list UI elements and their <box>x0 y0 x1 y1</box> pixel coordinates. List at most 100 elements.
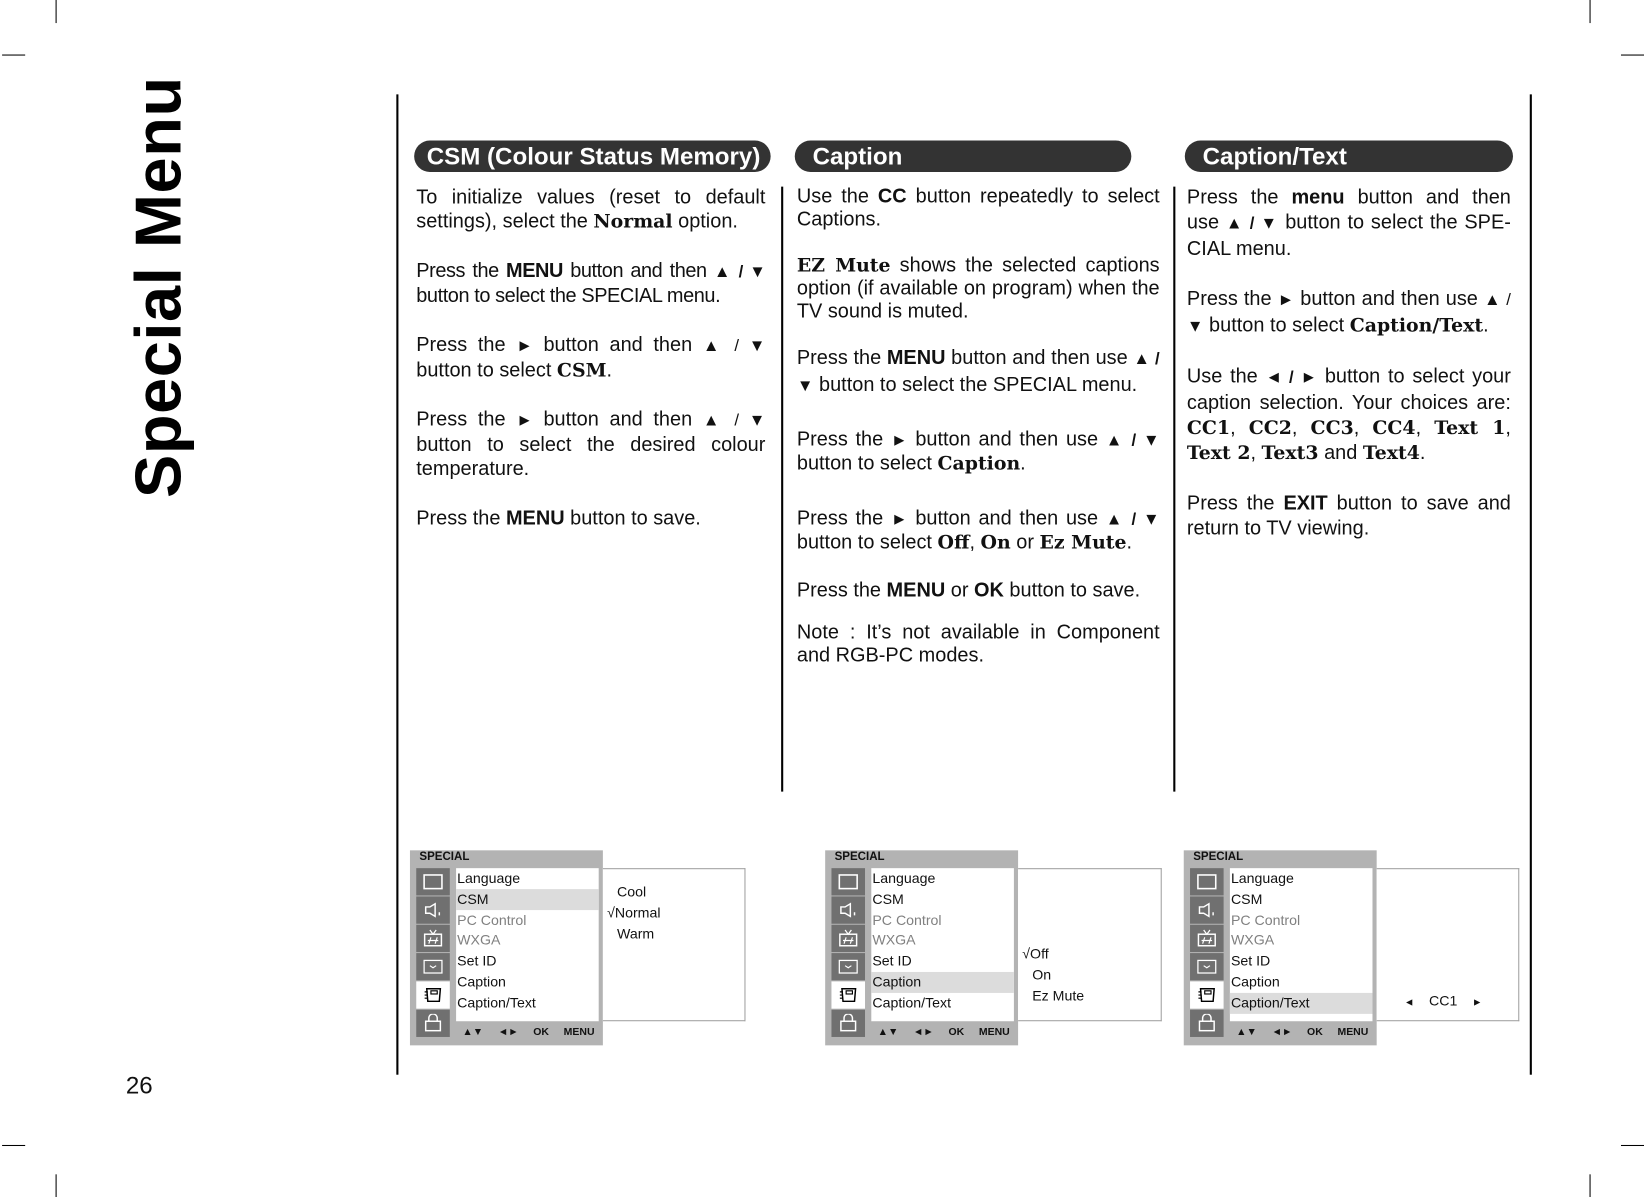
lock-icon[interactable] <box>1190 1009 1224 1037</box>
osd-menu-csm: SPECIAL Language CSM PC Control WXGA Set ID Ca… <box>409 850 603 1046</box>
osd-option[interactable]: Ez Mute <box>1022 988 1084 1004</box>
frame-rule-left <box>396 94 399 1075</box>
picture-icon[interactable] <box>831 868 866 896</box>
osd-menu-item[interactable]: Caption <box>871 971 1014 993</box>
osd-menu-item[interactable]: Language <box>1230 868 1373 889</box>
special-icon[interactable] <box>831 981 866 1009</box>
separator: , <box>1415 417 1435 440</box>
osd-submenu-caption-text: ◄ CC1 ► <box>1376 868 1520 1022</box>
osd-menu-caption-text: SPECIAL Language CSM PC Control WXGA Set ID Ca… <box>1183 850 1377 1046</box>
osd-option[interactable]: √Normal <box>607 905 660 921</box>
column-divider <box>1173 186 1176 792</box>
osd-menu-item[interactable]: Set ID <box>456 951 599 972</box>
lock-icon[interactable] <box>416 1009 450 1037</box>
sound-icon[interactable] <box>416 896 450 924</box>
osd-menu-item[interactable]: Caption/Text <box>1229 992 1373 1014</box>
csm-instructions: To initialize values (reset to default s… <box>416 186 766 531</box>
osd-hint: MENU <box>1337 1026 1369 1039</box>
osd-option[interactable]: Cool <box>607 884 646 900</box>
osd-menu-item[interactable]: Set ID <box>871 951 1014 972</box>
osd-menu-item[interactable]: Caption <box>456 972 599 993</box>
caption-step-4: Press the ► button and then use ▲ / ▼ bu… <box>796 428 1160 475</box>
osd-header: SPECIAL <box>419 850 470 863</box>
osd-footer-hints: ▲▼ ◄► OK MENU <box>1236 1026 1368 1038</box>
osd-menu-list: Language CSM PC Control WXGA Set ID Caption Ca… <box>871 868 1014 1022</box>
section-header-csm: CSM (Colour Status Memory) <box>414 140 771 172</box>
crop-mark <box>55 1174 57 1197</box>
osd-menu-item[interactable]: PC Control <box>456 910 599 931</box>
csm-step-5: Press the MENU button to save. <box>416 507 701 530</box>
osd-option[interactable]: On <box>1022 967 1051 983</box>
special-icon[interactable] <box>1190 981 1224 1009</box>
picture-icon[interactable] <box>416 868 450 896</box>
osd-option[interactable]: √Off <box>1022 946 1048 962</box>
caption-choice: CC2 <box>1248 417 1292 440</box>
caption-text-step-3: Use the ◄ / ► button to select your capt… <box>1186 365 1511 465</box>
section-header-caption-text: Caption/Text <box>1184 140 1513 172</box>
caption-step-1: Use the CC button repeatedly to select C… <box>796 185 1160 231</box>
caption-choice: Text 2 <box>1186 442 1251 465</box>
lock-icon[interactable] <box>831 1009 866 1037</box>
osd-icon-bar <box>416 868 450 1038</box>
osd-menu-list: Language CSM PC Control WXGA Set ID Caption Ca… <box>1229 868 1373 1022</box>
arrow-left-icon[interactable]: ◄ <box>1404 997 1414 1009</box>
time-icon[interactable] <box>416 953 450 981</box>
side-title: Special Menu <box>122 76 196 499</box>
crop-mark <box>55 0 57 24</box>
osd-menu-item[interactable]: Caption/Text <box>456 993 599 1014</box>
osd-hint: OK <box>533 1026 549 1039</box>
osd-menu-item[interactable]: Caption/Text <box>871 993 1014 1014</box>
osd-menu-item[interactable]: CSM <box>871 889 1014 910</box>
caption-choice: CC1 <box>1186 417 1231 440</box>
caption-step-2: EZ Mute shows the selected captions opti… <box>796 254 1160 323</box>
caption-step-3: Press the MENU button and then use ▲ / ▼… <box>796 347 1160 397</box>
special-icon[interactable] <box>416 981 450 1009</box>
osd-header: SPECIAL <box>834 850 885 863</box>
osd-menu-item[interactable]: WXGA <box>456 930 599 951</box>
channel-icon[interactable] <box>1190 924 1224 953</box>
osd-hint: ◄► <box>497 1026 519 1039</box>
arrow-right-icon[interactable]: ► <box>1472 997 1482 1009</box>
caption-instructions: Use the CC button repeatedly to select C… <box>797 186 1160 668</box>
osd-menu-item[interactable]: Language <box>871 868 1014 889</box>
caption-choice: CC4 <box>1372 417 1416 440</box>
caption-selector[interactable]: ◄ CC1 ► <box>1404 993 1482 1009</box>
csm-step-2: Press the MENU button and then ▲ / ▼ but… <box>416 260 766 308</box>
time-icon[interactable] <box>1190 953 1224 981</box>
caption-step-6: Press the MENU or OK button to save. <box>796 579 1141 602</box>
sound-icon[interactable] <box>831 896 866 924</box>
csm-step-1: To initialize values (reset to default s… <box>416 186 766 233</box>
caption-choice: CC3 <box>1310 417 1354 440</box>
osd-header: SPECIAL <box>1193 850 1244 863</box>
osd-menu-item[interactable]: Set ID <box>1230 951 1373 972</box>
picture-icon[interactable] <box>1190 868 1224 896</box>
osd-menu-item[interactable]: Caption <box>1230 972 1373 993</box>
frame-rule-right <box>1529 94 1532 1075</box>
crop-mark <box>1620 54 1644 56</box>
osd-submenu-caption: √Off On Ez Mute <box>1018 868 1162 1022</box>
caption-selector-value: CC1 <box>1429 992 1458 1009</box>
sound-icon[interactable] <box>1190 896 1224 924</box>
osd-menu-item[interactable]: WXGA <box>871 930 1014 951</box>
crop-mark <box>1620 1144 1644 1147</box>
manual-page: Special Menu 26 CSM (Colour Status Memor… <box>0 0 1644 1197</box>
osd-menu-list: Language CSM PC Control WXGA Set ID Caption Ca… <box>456 868 599 1022</box>
channel-icon[interactable] <box>831 924 866 953</box>
csm-step-4: Press the ► button and then ▲ / ▼ button… <box>416 408 766 481</box>
osd-hint: MENU <box>978 1026 1010 1039</box>
caption-choice: Text3 <box>1261 442 1319 465</box>
time-icon[interactable] <box>831 953 866 981</box>
osd-hint: OK <box>948 1026 965 1039</box>
osd-menu-item[interactable]: WXGA <box>1230 930 1373 951</box>
osd-menu-item[interactable]: CSM <box>1230 889 1373 910</box>
channel-icon[interactable] <box>416 924 450 953</box>
osd-hint: ▲▼ <box>877 1026 899 1039</box>
caption-text-instructions: Press the menu button and then use ▲ / ▼… <box>1187 186 1511 542</box>
osd-option[interactable]: Warm <box>607 926 654 942</box>
csm-step-3: Press the ► button and then ▲ / ▼ button… <box>416 334 766 382</box>
osd-menu-item[interactable]: PC Control <box>1230 910 1373 931</box>
osd-hint: MENU <box>563 1026 595 1039</box>
osd-menu-item[interactable]: PC Control <box>871 910 1014 931</box>
osd-menu-item[interactable]: CSM <box>456 888 599 910</box>
osd-menu-item[interactable]: Language <box>456 868 599 889</box>
